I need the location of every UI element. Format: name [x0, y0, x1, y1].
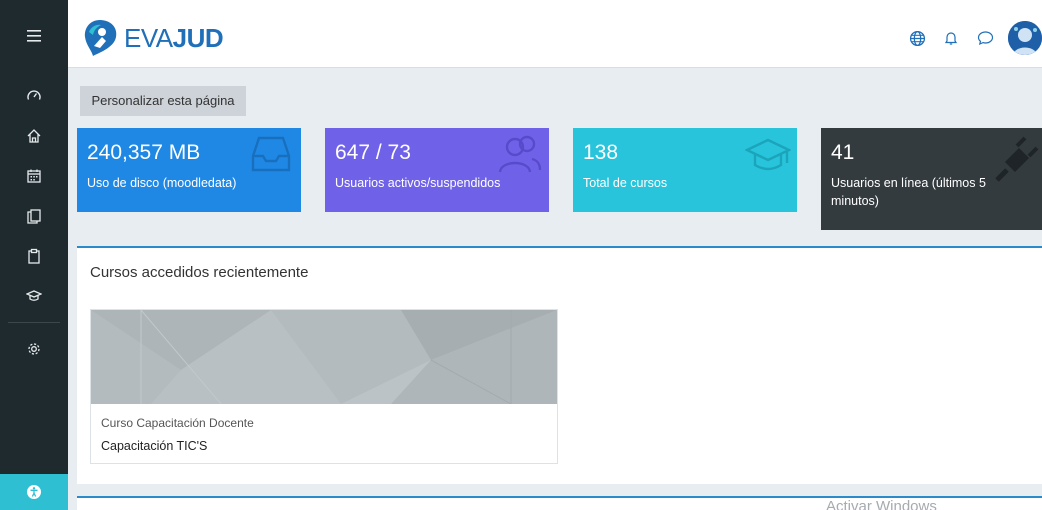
clipboard-icon: [28, 248, 40, 264]
evajud-logo-icon: [84, 20, 117, 56]
course-image[interactable]: [91, 310, 557, 404]
stat-tile-disk-usage: 240,357 MB Uso de disco (moodledata): [77, 128, 301, 212]
course-pattern-image: [91, 310, 557, 404]
home-icon: [27, 129, 41, 143]
stat-tile-total-courses: 138 Total de cursos: [573, 128, 797, 212]
top-strip: [68, 0, 1042, 8]
left-sidebar: [0, 0, 68, 510]
stat-label: Total de cursos: [583, 176, 668, 190]
stat-value: 647 / 73: [335, 141, 411, 164]
calendar-icon: [27, 169, 41, 183]
user-avatar[interactable]: [1008, 21, 1042, 55]
customize-page-button[interactable]: Personalizar esta página: [80, 86, 246, 116]
sidebar-nav: [0, 76, 68, 369]
avatar-image-icon: [1008, 21, 1042, 55]
site-logo[interactable]: EVAJUD: [80, 18, 224, 58]
notifications-bell-icon: [944, 32, 958, 45]
settings-icon: [28, 343, 40, 355]
language-menu[interactable]: [900, 18, 934, 58]
messages-button[interactable]: [968, 18, 1002, 58]
sidebar-item-settings[interactable]: [0, 329, 68, 369]
stat-label: Usuarios en línea (últimos 5 minutos): [831, 176, 986, 208]
sidebar-item-dashboard[interactable]: [0, 76, 68, 116]
stat-value: 41: [831, 141, 855, 164]
messages-chat-icon: [977, 31, 993, 46]
sidebar-item-courses[interactable]: [0, 276, 68, 316]
stat-tile-active-users: 647 / 73 Usuarios activos/suspendidos: [325, 128, 549, 212]
sidebar-item-clipboard[interactable]: [0, 236, 68, 276]
recent-courses-block: Cursos accedidos recientemente Curso Cap…: [77, 246, 1042, 484]
header-icons: [900, 18, 1042, 58]
stat-label: Usuarios activos/suspendidos: [335, 176, 501, 190]
files-icon: [27, 209, 41, 224]
menu-toggle-button[interactable]: [0, 8, 68, 64]
accessibility-button[interactable]: [0, 474, 68, 510]
hamburger-icon: [27, 30, 41, 42]
top-header: EVAJUD: [68, 8, 1042, 68]
stat-tile-online-users: 41 Usuarios en línea (últimos 5 minutos): [821, 128, 1042, 230]
language-globe-icon: [909, 30, 925, 46]
course-category: Curso Capacitación Docente: [101, 416, 254, 430]
graduation-cap-icon: [26, 290, 42, 301]
windows-activation-watermark: Activar Windows: [826, 498, 937, 510]
block-title: Cursos accedidos recientemente: [90, 264, 309, 281]
course-card[interactable]: Curso Capacitación Docente Capacitación …: [90, 309, 558, 464]
notifications-button[interactable]: [934, 18, 968, 58]
accessibility-icon: [27, 485, 41, 499]
dashboard-icon: [27, 90, 41, 100]
sidebar-item-calendar[interactable]: [0, 156, 68, 196]
stat-value: 240,357 MB: [87, 141, 201, 164]
sidebar-divider: [8, 322, 60, 323]
course-name-link[interactable]: Capacitación TIC'S: [101, 439, 207, 453]
site-name: EVAJUD: [124, 23, 224, 53]
stat-value: 138: [583, 141, 619, 164]
sidebar-item-files[interactable]: [0, 196, 68, 236]
sidebar-item-home[interactable]: [0, 116, 68, 156]
stat-label: Uso de disco (moodledata): [87, 176, 237, 190]
